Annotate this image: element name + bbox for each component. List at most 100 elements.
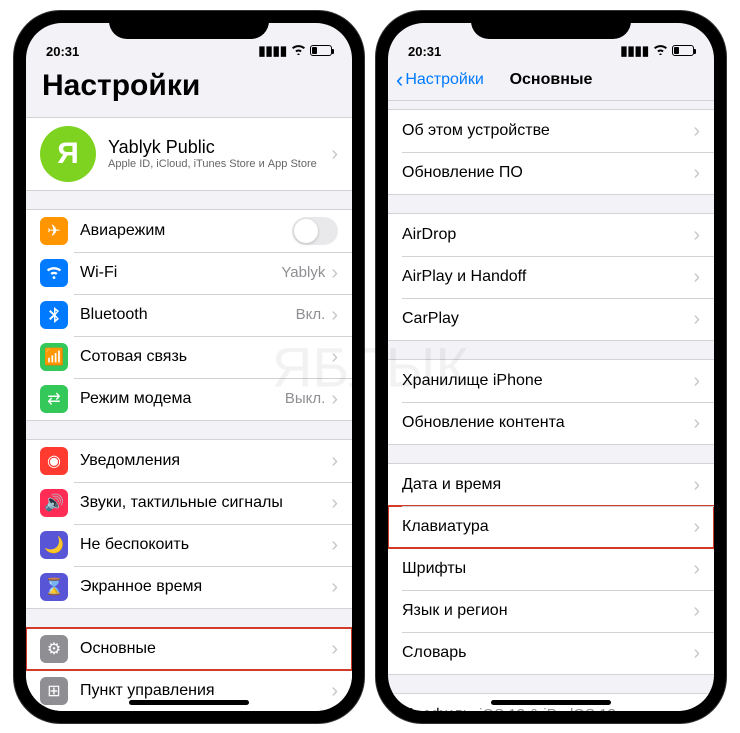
cellular-icon: 📶 (40, 343, 68, 371)
row-airplane[interactable]: ✈ Авиарежим (26, 210, 352, 252)
chevron-right-icon: › (331, 451, 338, 471)
group-general: ⚙ Основные › ⊞ Пункт управления › AA Экр… (26, 627, 352, 711)
label: Словарь (402, 644, 693, 662)
profile-value: iOS 13 & iPadOS 13 Beta Software... (479, 706, 639, 711)
label: Хранилище iPhone (402, 372, 693, 390)
label: Пункт управления (80, 682, 331, 700)
row-dictionary[interactable]: Словарь › (388, 632, 714, 674)
label: Сотовая связь (80, 348, 331, 366)
chevron-right-icon: › (693, 309, 700, 329)
label: Не беспокоить (80, 536, 331, 554)
chevron-right-icon: › (693, 517, 700, 537)
label: Язык и регион (402, 602, 693, 620)
row-fonts[interactable]: Шрифты › (388, 548, 714, 590)
chevron-right-icon: › (693, 475, 700, 495)
label: Шрифты (402, 560, 693, 578)
row-carplay[interactable]: CarPlay › (388, 298, 714, 340)
chevron-right-icon: › (693, 225, 700, 245)
row-wifi[interactable]: Wi-Fi Yablyk › (26, 252, 352, 294)
chevron-right-icon: › (645, 705, 652, 711)
row-airdrop[interactable]: AirDrop › (388, 214, 714, 256)
bluetooth-icon (40, 301, 68, 329)
airplane-toggle[interactable] (292, 217, 338, 245)
label: Обновление контента (402, 414, 693, 432)
home-indicator[interactable] (491, 700, 611, 705)
label: Профиль (402, 706, 471, 711)
profile-subtitle: Apple ID, iCloud, iTunes Store и App Sto… (108, 158, 331, 170)
home-indicator[interactable] (129, 700, 249, 705)
signal-icon: ▮▮▮▮ (258, 43, 287, 59)
group-notifications: ◉ Уведомления › 🔊 Звуки, тактильные сигн… (26, 439, 352, 609)
chevron-right-icon: › (693, 371, 700, 391)
phone-left: 20:31 ▮▮▮▮ Настройки Я Yablyk Public App… (14, 11, 364, 723)
row-screentime[interactable]: ⌛ Экранное время › (26, 566, 352, 608)
row-about[interactable]: Об этом устройстве › (388, 110, 714, 152)
chevron-right-icon: › (693, 121, 700, 141)
label: Дата и время (402, 476, 693, 494)
label: Основные (80, 640, 331, 658)
label: Режим модема (80, 390, 285, 408)
nav-title: Основные (388, 71, 714, 89)
row-keyboard[interactable]: Клавиатура › (388, 506, 714, 548)
group-storage: Хранилище iPhone › Обновление контента › (388, 359, 714, 445)
chevron-right-icon: › (693, 267, 700, 287)
notch (471, 11, 631, 39)
control-center-icon: ⊞ (40, 677, 68, 705)
label: Об этом устройстве (402, 122, 693, 140)
row-datetime[interactable]: Дата и время › (388, 464, 714, 506)
row-dnd[interactable]: 🌙 Не беспокоить › (26, 524, 352, 566)
label: AirDrop (402, 226, 693, 244)
chevron-right-icon: › (693, 413, 700, 433)
status-icons: ▮▮▮▮ (258, 43, 332, 59)
wifi-icon (291, 43, 306, 58)
row-airplay[interactable]: AirPlay и Handoff › (388, 256, 714, 298)
battery-icon (672, 45, 694, 56)
screen-settings: 20:31 ▮▮▮▮ Настройки Я Yablyk Public App… (26, 23, 352, 711)
screen-general: 20:31 ▮▮▮▮ ‹ Настройки Основные Об этом … (388, 23, 714, 711)
row-sounds[interactable]: 🔊 Звуки, тактильные сигналы › (26, 482, 352, 524)
row-software-update[interactable]: Обновление ПО › (388, 152, 714, 194)
row-storage[interactable]: Хранилище iPhone › (388, 360, 714, 402)
airplane-icon: ✈ (40, 217, 68, 245)
row-bg-refresh[interactable]: Обновление контента › (388, 402, 714, 444)
row-apple-id[interactable]: Я Yablyk Public Apple ID, iCloud, iTunes… (26, 118, 352, 190)
label: Клавиатура (402, 518, 693, 536)
chevron-right-icon: › (693, 559, 700, 579)
row-cellular[interactable]: 📶 Сотовая связь › (26, 336, 352, 378)
label: Bluetooth (80, 306, 296, 324)
chevron-right-icon: › (331, 535, 338, 555)
wifi-value: Yablyk (281, 264, 325, 281)
notch (109, 11, 269, 39)
group-about: Об этом устройстве › Обновление ПО › (388, 109, 714, 195)
row-notifications[interactable]: ◉ Уведомления › (26, 440, 352, 482)
label: Авиарежим (80, 222, 292, 240)
chevron-right-icon: › (331, 305, 338, 325)
bt-value: Вкл. (296, 306, 326, 323)
screentime-icon: ⌛ (40, 573, 68, 601)
chevron-right-icon: › (693, 601, 700, 621)
row-language[interactable]: Язык и регион › (388, 590, 714, 632)
chevron-right-icon: › (331, 263, 338, 283)
status-icons: ▮▮▮▮ (620, 43, 694, 59)
chevron-right-icon: › (331, 493, 338, 513)
group-connectivity: ✈ Авиарежим Wi-Fi Yablyk › Blueto (26, 209, 352, 421)
phone-right: 20:31 ▮▮▮▮ ‹ Настройки Основные Об этом … (376, 11, 726, 723)
dnd-icon: 🌙 (40, 531, 68, 559)
chevron-right-icon: › (331, 681, 338, 701)
chevron-right-icon: › (331, 144, 338, 164)
page-title: Настройки (42, 69, 336, 103)
row-hotspot[interactable]: ⇄ Режим модема Выкл. › (26, 378, 352, 420)
chevron-right-icon: › (331, 639, 338, 659)
row-bluetooth[interactable]: Bluetooth Вкл. › (26, 294, 352, 336)
nav-header: ‹ Настройки Основные (388, 61, 714, 101)
sounds-icon: 🔊 (40, 489, 68, 517)
row-general[interactable]: ⚙ Основные › (26, 628, 352, 670)
chevron-right-icon: › (331, 389, 338, 409)
notifications-icon: ◉ (40, 447, 68, 475)
avatar: Я (40, 126, 96, 182)
label: Экранное время (80, 578, 331, 596)
profile-name: Yablyk Public (108, 137, 331, 158)
page-title-container: Настройки (26, 61, 352, 109)
battery-icon (310, 45, 332, 56)
group-profile: Я Yablyk Public Apple ID, iCloud, iTunes… (26, 117, 352, 191)
